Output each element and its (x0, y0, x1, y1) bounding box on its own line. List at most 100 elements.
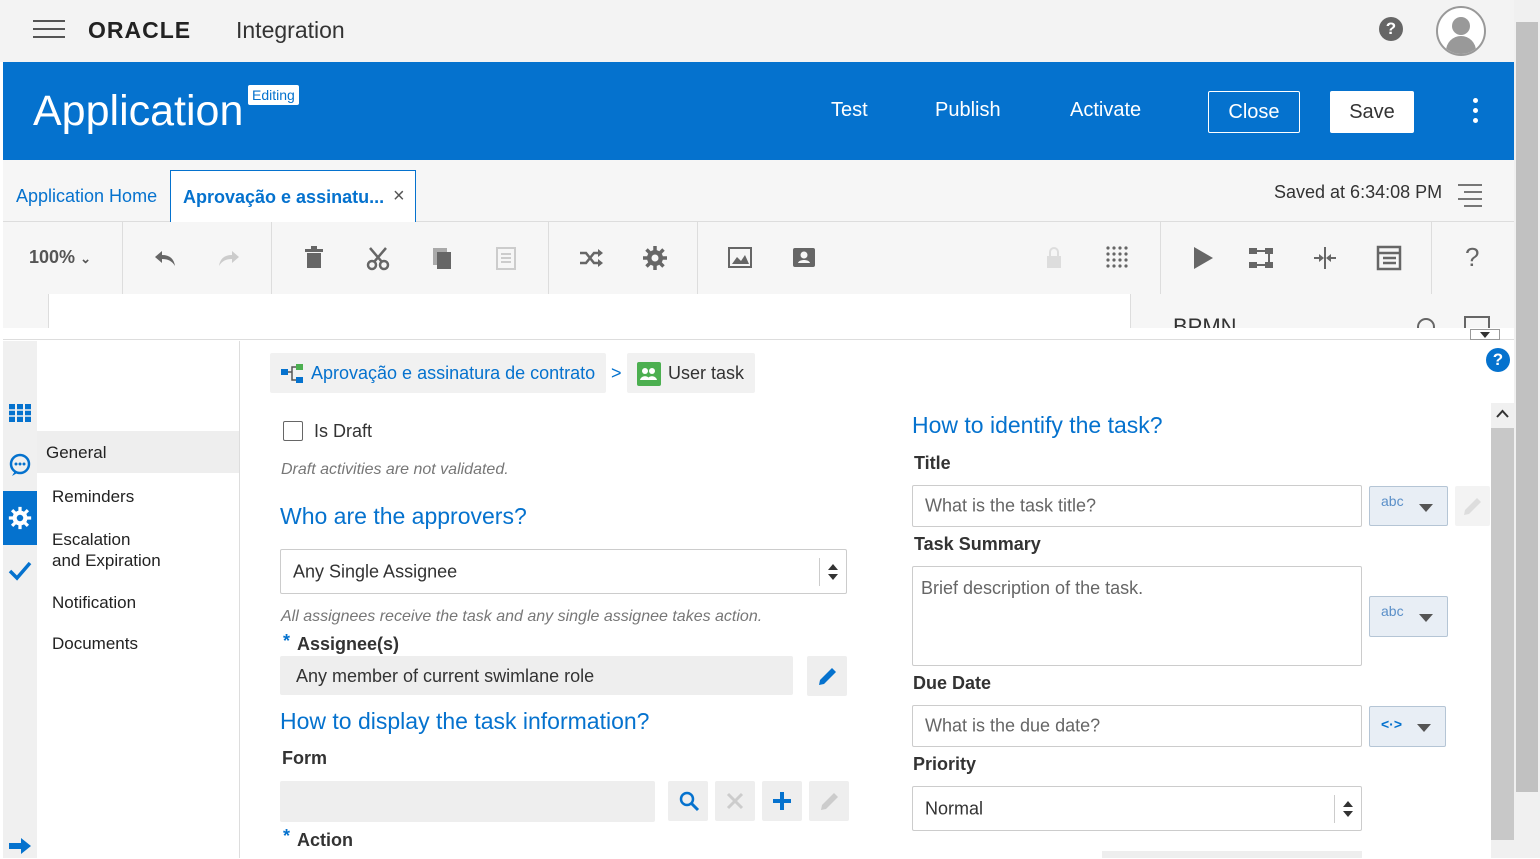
breadcrumb-process[interactable]: Aprovação e assinatura de contrato (270, 353, 606, 393)
list-view-icon[interactable] (1458, 184, 1482, 212)
sort-arrows-icon (828, 564, 838, 580)
edit-assignees-button[interactable] (807, 656, 847, 696)
nav-item-label: General (46, 443, 107, 462)
collapse-panel-button[interactable] (1470, 329, 1500, 340)
approver-hint: All assignees receive the task and any s… (281, 608, 763, 625)
search-form-button[interactable] (668, 781, 708, 821)
due-date-type-dropdown[interactable]: <·> (1369, 706, 1446, 747)
edit-form-button[interactable] (809, 781, 849, 821)
undo-icon[interactable] (151, 244, 179, 272)
search-icon[interactable] (1415, 316, 1437, 328)
task-summary-placeholder: Brief description of the task. (921, 578, 1144, 598)
nav-item-escalation-line2[interactable]: and Expiration (52, 551, 161, 571)
more-options-icon[interactable] (1473, 98, 1479, 128)
form-field[interactable] (280, 781, 655, 822)
display-heading: How to display the task information? (280, 708, 650, 734)
due-date-placeholder: What is the due date? (925, 715, 1101, 736)
tab-label: Aprovação e assinatu... (183, 187, 385, 207)
data-table-icon[interactable] (1375, 244, 1403, 272)
checkmark-icon[interactable] (7, 557, 33, 583)
hamburger-menu-icon[interactable] (33, 20, 65, 40)
redo-icon[interactable] (215, 244, 243, 272)
publish-button[interactable]: Publish (935, 99, 1001, 122)
editor-toolbar: 100% ⌄ ? (3, 222, 1514, 294)
gear-icon[interactable] (641, 244, 669, 272)
top-bar: ORACLE Integration ? (0, 0, 1514, 62)
task-title-placeholder: What is the task title? (925, 495, 1097, 516)
user-task-icon (637, 362, 661, 386)
pencil-icon (1464, 498, 1481, 515)
lock-icon[interactable] (1040, 244, 1068, 272)
process-icon (281, 364, 303, 383)
required-mark: * (283, 826, 291, 846)
form-label: Form (282, 748, 327, 768)
play-icon[interactable] (1189, 244, 1217, 272)
plus-icon (773, 792, 791, 810)
process-canvas: BPMN (3, 294, 1514, 328)
chevron-up-icon[interactable] (1495, 409, 1510, 419)
summary-type-dropdown[interactable]: abc (1369, 596, 1448, 637)
paste-icon[interactable] (492, 244, 520, 272)
image-icon[interactable] (726, 244, 754, 272)
add-form-button[interactable] (762, 781, 802, 821)
priority-label: Priority (913, 754, 977, 774)
save-button[interactable]: Save (1330, 91, 1414, 133)
task-summary-input[interactable]: Brief description of the task. (912, 566, 1362, 666)
zoom-select[interactable]: 100% ⌄ (29, 247, 91, 268)
approver-type-select[interactable]: Any Single Assignee (280, 549, 847, 594)
chat-icon[interactable] (7, 452, 33, 478)
canvas-area[interactable] (48, 294, 1131, 328)
scrollbar-thumb[interactable] (1491, 428, 1514, 840)
rail-item-settings[interactable] (3, 491, 37, 545)
merge-icon[interactable] (1311, 244, 1339, 272)
shuffle-icon[interactable] (577, 244, 605, 272)
nav-item-notification[interactable]: Notification (52, 593, 136, 613)
assignees-value: Any member of current swimlane role (296, 666, 595, 686)
close-icon (726, 792, 744, 810)
zoom-value: 100% (29, 247, 76, 267)
flow-icon[interactable] (1247, 244, 1275, 272)
help-circle-icon[interactable]: ? (1486, 348, 1510, 372)
nav-item-reminders[interactable]: Reminders (52, 487, 134, 507)
copy-icon[interactable] (428, 244, 456, 272)
tab-application-home[interactable]: Application Home (16, 186, 157, 207)
saved-status: Saved at 6:34:08 PM (1274, 182, 1443, 202)
contact-card-icon[interactable] (790, 244, 818, 272)
properties-nav: General Reminders Escalation and Expirat… (37, 341, 240, 858)
is-draft-checkbox[interactable] (283, 421, 303, 441)
nav-item-documents[interactable]: Documents (52, 634, 138, 654)
task-title-input[interactable]: What is the task title? (912, 485, 1362, 527)
user-avatar-icon[interactable] (1436, 6, 1486, 56)
assignees-label: Assignee(s) (297, 634, 400, 654)
window-scrollbar[interactable] (1514, 0, 1540, 858)
edit-title-button[interactable] (1455, 486, 1490, 526)
priority-select[interactable]: Normal (912, 786, 1362, 831)
help-icon[interactable]: ? (1465, 242, 1479, 273)
search-icon (679, 791, 700, 812)
tab-process-editor[interactable]: Aprovação e assinatu... × (170, 170, 416, 222)
arrow-right-icon[interactable] (7, 833, 33, 859)
sort-arrows-icon (1343, 801, 1353, 817)
scrollbar-thumb[interactable] (1516, 22, 1538, 792)
delete-icon[interactable] (300, 244, 328, 272)
pencil-icon (819, 668, 836, 685)
panel-toggle-icon[interactable] (1464, 316, 1490, 328)
oracle-logo: ORACLE (88, 17, 192, 43)
columns-icon[interactable] (7, 400, 33, 426)
due-date-input[interactable]: What is the due date? (912, 705, 1362, 747)
product-name: Integration (236, 17, 345, 43)
test-button[interactable]: Test (831, 99, 868, 122)
properties-scrollbar[interactable] (1491, 403, 1514, 858)
close-button[interactable]: Close (1208, 91, 1300, 133)
text-type-icon: abc (1381, 493, 1404, 509)
help-circle-icon[interactable]: ? (1379, 17, 1403, 41)
gear-icon (8, 506, 32, 530)
cut-icon[interactable] (364, 244, 392, 272)
clear-form-button[interactable] (715, 781, 755, 821)
grid-icon[interactable] (1104, 244, 1132, 272)
close-tab-icon[interactable]: × (393, 185, 405, 208)
properties-rail (3, 341, 37, 858)
nav-item-escalation[interactable]: Escalation (52, 530, 130, 550)
title-type-dropdown[interactable]: abc (1369, 486, 1448, 526)
activate-button[interactable]: Activate (1070, 99, 1141, 122)
